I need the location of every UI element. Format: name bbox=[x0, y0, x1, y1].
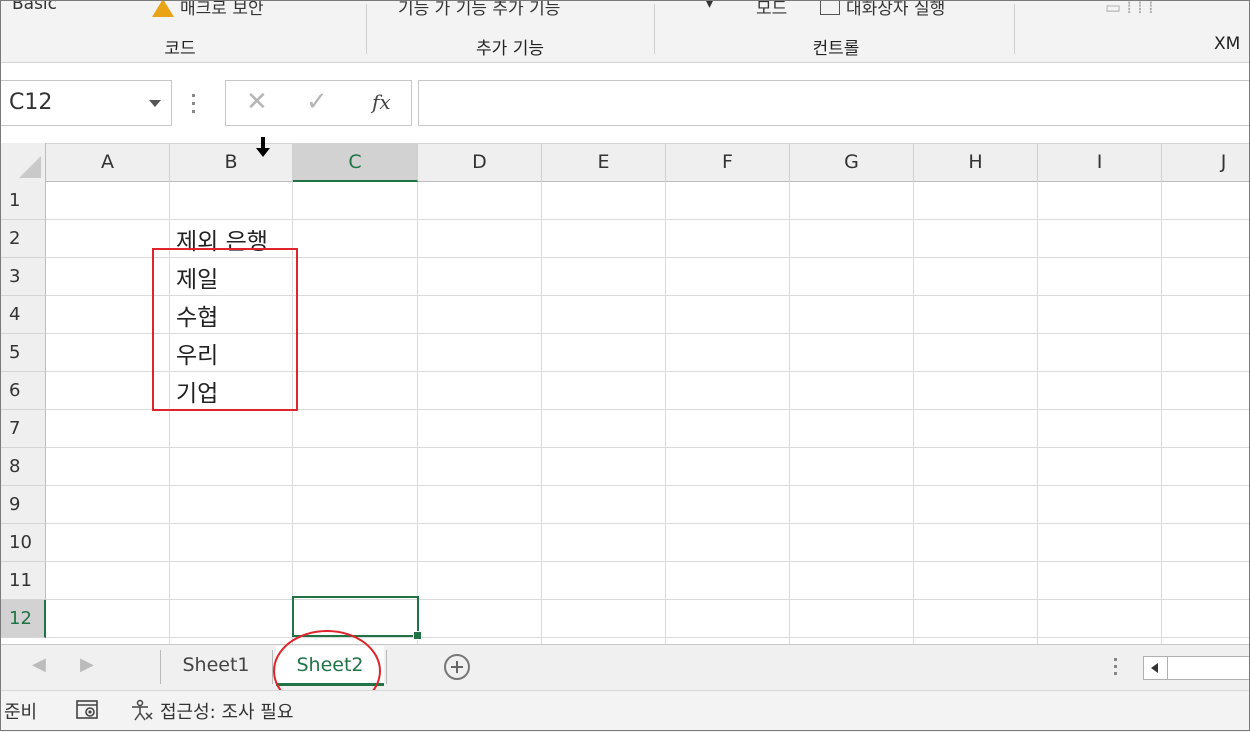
sheet-next-icon[interactable]: ▶ bbox=[80, 654, 94, 675]
grid-line bbox=[789, 182, 790, 644]
name-box-value: C12 bbox=[9, 90, 53, 115]
status-ready: 준비 bbox=[4, 702, 38, 723]
row-header-7[interactable]: 7 bbox=[0, 410, 46, 448]
insert-dropdown-icon[interactable]: ▾ bbox=[706, 0, 713, 12]
grid-line bbox=[46, 447, 1250, 448]
macro-record-icon[interactable] bbox=[76, 699, 100, 721]
select-all-triangle-icon bbox=[19, 156, 41, 178]
column-header-g[interactable]: G bbox=[790, 143, 914, 182]
grid-line bbox=[46, 485, 1250, 486]
grid-line bbox=[46, 523, 1250, 524]
row-header-6[interactable]: 6 bbox=[0, 372, 46, 410]
row-header-10[interactable]: 10 bbox=[0, 524, 46, 562]
name-box[interactable]: C12 bbox=[0, 80, 172, 126]
status-accessibility[interactable]: 접근성: 조사 필요 bbox=[160, 698, 293, 724]
row-header-12[interactable]: 12 bbox=[0, 600, 46, 638]
column-header-i[interactable]: I bbox=[1038, 143, 1162, 182]
grid-line bbox=[1037, 182, 1038, 644]
grid-line bbox=[46, 219, 1250, 220]
grid-line bbox=[46, 599, 1250, 600]
group-label-controls: 컨트롤 bbox=[812, 39, 860, 59]
cancel-icon[interactable]: ✕ bbox=[246, 87, 268, 117]
grid-line bbox=[1161, 182, 1162, 644]
macro-security-button[interactable]: 매크로 보안 bbox=[152, 0, 264, 19]
grid-line bbox=[913, 182, 914, 644]
tab-sheet1[interactable]: Sheet1 bbox=[162, 646, 270, 686]
design-mode-button[interactable]: 모드 bbox=[756, 0, 787, 19]
formula-bar-resize-handle[interactable] bbox=[192, 94, 196, 114]
grid-line bbox=[46, 561, 1250, 562]
formula-buttons: ✕ ✓ fx bbox=[225, 80, 412, 126]
row-header-9[interactable]: 9 bbox=[0, 486, 46, 524]
addins-buttons[interactable]: 기능 가 기능 추가 기능 bbox=[398, 0, 560, 19]
column-header-f[interactable]: F bbox=[666, 143, 790, 182]
column-header-c[interactable]: C bbox=[293, 143, 418, 182]
column-header-b[interactable]: B bbox=[170, 143, 293, 182]
grid-line bbox=[665, 182, 666, 644]
row-header-4[interactable]: 4 bbox=[0, 296, 46, 334]
column-header-d[interactable]: D bbox=[418, 143, 542, 182]
sheet-prev-icon[interactable]: ◀ bbox=[32, 654, 46, 675]
macro-security-label: 매크로 보안 bbox=[180, 0, 264, 19]
run-dialog-button[interactable]: 대화상자 실행 bbox=[820, 0, 945, 19]
group-label-addins: 추가 기능 bbox=[476, 39, 544, 59]
column-header-a[interactable]: A bbox=[46, 143, 170, 182]
row-header-1[interactable]: 1 bbox=[0, 182, 46, 220]
ribbon-separator bbox=[366, 4, 367, 54]
tab-separator bbox=[160, 650, 161, 684]
scroll-left-icon[interactable] bbox=[1144, 657, 1168, 679]
group-label-xml: XM bbox=[1214, 34, 1241, 54]
run-dialog-label: 대화상자 실행 bbox=[846, 0, 946, 19]
row-header-8[interactable]: 8 bbox=[0, 448, 46, 486]
fill-handle[interactable] bbox=[413, 631, 422, 640]
select-all-button[interactable] bbox=[0, 143, 46, 182]
warning-icon bbox=[152, 0, 174, 17]
row-header-3[interactable]: 3 bbox=[0, 258, 46, 296]
column-select-cursor-icon bbox=[256, 137, 270, 157]
xml-source-icon[interactable]: ▭ ⁞ ⁞ ⁞ bbox=[1105, 0, 1154, 18]
highlight-rectangle bbox=[152, 248, 298, 411]
add-sheet-icon[interactable] bbox=[444, 654, 470, 680]
column-header-h[interactable]: H bbox=[914, 143, 1038, 182]
row-header-11[interactable]: 11 bbox=[0, 562, 46, 600]
row-header-2[interactable]: 2 bbox=[0, 220, 46, 258]
grid-line bbox=[417, 182, 418, 644]
horizontal-scrollbar[interactable] bbox=[1143, 656, 1250, 680]
ribbon-separator bbox=[1014, 4, 1015, 54]
ribbon-separator bbox=[654, 4, 655, 54]
column-header-j[interactable]: J bbox=[1162, 143, 1250, 182]
group-label-code: 코드 bbox=[164, 39, 196, 59]
tab-separator bbox=[386, 650, 387, 684]
insert-function-icon[interactable]: fx bbox=[372, 90, 391, 114]
column-header-e[interactable]: E bbox=[542, 143, 666, 182]
tab-split-handle[interactable] bbox=[1114, 658, 1118, 679]
dialog-icon bbox=[820, 0, 840, 15]
row-header-5[interactable]: 5 bbox=[0, 334, 46, 372]
chevron-down-icon[interactable] bbox=[149, 100, 161, 107]
formula-input[interactable] bbox=[418, 80, 1250, 126]
enter-icon[interactable]: ✓ bbox=[306, 87, 328, 117]
grid-line bbox=[46, 637, 1250, 638]
accessibility-icon[interactable] bbox=[130, 699, 154, 721]
visual-basic-button[interactable]: Basic bbox=[12, 0, 57, 14]
grid-line bbox=[541, 182, 542, 644]
